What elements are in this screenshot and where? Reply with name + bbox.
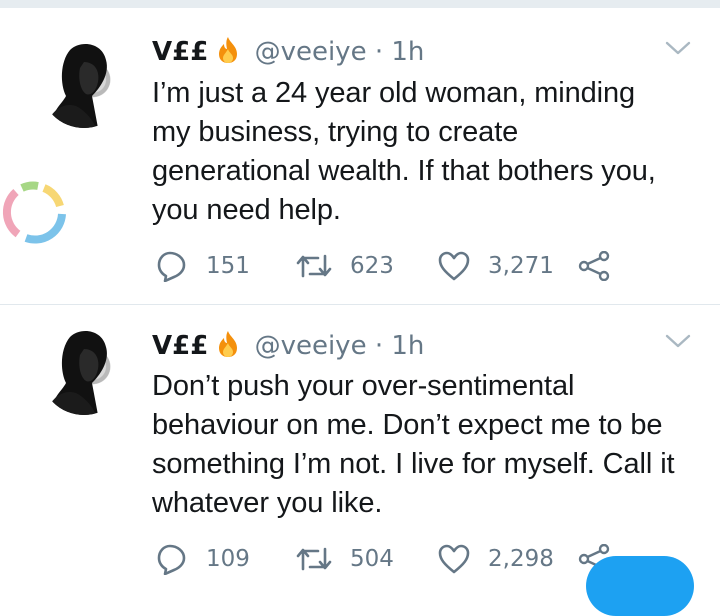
avatar[interactable] <box>40 40 128 128</box>
tweet-text-line: I’m just a 24 year old woman, minding <box>152 77 636 109</box>
reply-icon <box>156 543 188 575</box>
tweet-text-line: my business, trying to create <box>152 116 519 148</box>
user-handle[interactable]: @veeiye <box>255 331 367 361</box>
avatar[interactable] <box>40 327 128 415</box>
display-name[interactable]: V££ <box>152 331 208 361</box>
reply-count: 151 <box>206 253 250 279</box>
separator-dot: · <box>374 37 384 67</box>
timestamp[interactable]: 1h <box>391 331 424 361</box>
like-count: 2,298 <box>488 546 554 572</box>
heart-icon <box>438 544 470 574</box>
tweet-header: V££ @veeiye · 1h <box>152 330 424 361</box>
compose-button[interactable] <box>586 556 694 616</box>
like-button[interactable]: 3,271 <box>438 246 554 286</box>
like-count: 3,271 <box>488 253 554 279</box>
display-name[interactable]: V££ <box>152 37 208 67</box>
user-handle[interactable]: @veeiye <box>255 37 367 67</box>
retweet-icon <box>296 252 332 280</box>
reply-button[interactable]: 109 <box>156 539 250 579</box>
tweet-text: Don’t push your over-sentimental behavio… <box>152 367 708 523</box>
top-separator <box>0 0 720 8</box>
share-button[interactable] <box>578 246 610 286</box>
retweet-count: 623 <box>350 253 394 279</box>
reply-icon <box>156 250 188 282</box>
tweet-header: V££ @veeiye · 1h <box>152 36 424 67</box>
share-icon <box>578 251 610 281</box>
loading-spinner-icon <box>0 176 70 256</box>
tweet-text-line: whatever you like. <box>152 487 383 519</box>
chevron-down-icon[interactable] <box>664 331 692 351</box>
retweet-button[interactable]: 504 <box>296 539 394 579</box>
retweet-count: 504 <box>350 546 394 572</box>
heart-icon <box>438 251 470 281</box>
retweet-icon <box>296 545 332 573</box>
tweet-text: I’m just a 24 year old woman, minding my… <box>152 74 708 230</box>
separator-dot: · <box>374 331 384 361</box>
tweet-text-line: something I’m not. I live for myself. Ca… <box>152 448 675 480</box>
like-button[interactable]: 2,298 <box>438 539 554 579</box>
tweet[interactable]: V££ @veeiye · 1h I’m just a 24 year old … <box>0 8 720 304</box>
tweet-text-line: Don’t push your over-sentimental <box>152 370 575 402</box>
retweet-button[interactable]: 623 <box>296 246 394 286</box>
reply-count: 109 <box>206 546 250 572</box>
reply-button[interactable]: 151 <box>156 246 250 286</box>
fire-icon <box>216 330 240 358</box>
tweet-text-line: behaviour on me. Don’t expect me to be <box>152 409 663 441</box>
timestamp[interactable]: 1h <box>391 37 424 67</box>
tweet-text-line: you need help. <box>152 194 341 226</box>
tweet[interactable]: V££ @veeiye · 1h Don’t push your over-se… <box>0 305 720 576</box>
fire-icon <box>216 36 240 64</box>
chevron-down-icon[interactable] <box>664 38 692 58</box>
tweet-text-line: generational wealth. If that bothers you… <box>152 155 656 187</box>
